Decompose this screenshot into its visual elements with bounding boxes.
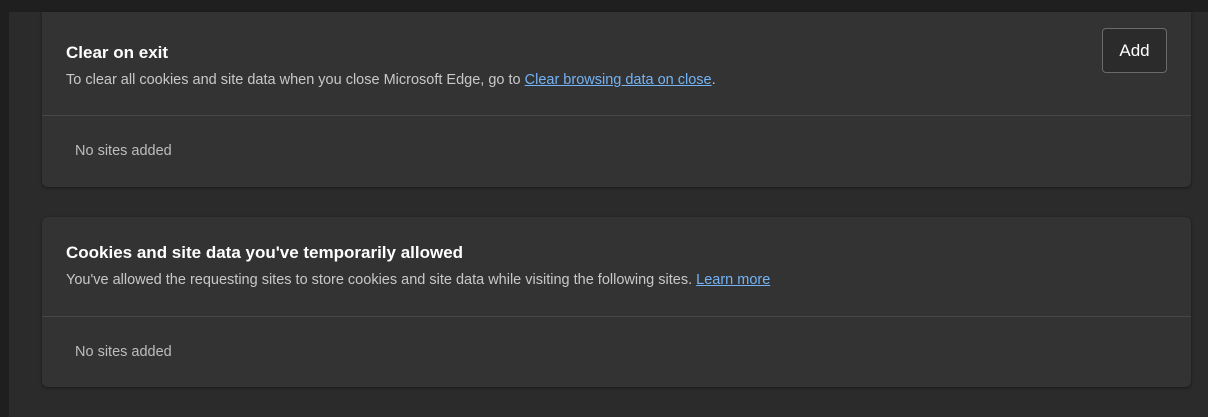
clear-on-exit-description-text: To clear all cookies and site data when … — [66, 72, 525, 88]
temporarily-allowed-description-text: You've allowed the requesting sites to s… — [66, 272, 697, 288]
temporarily-allowed-list: No sites added — [42, 317, 1191, 387]
settings-page: Clear on exit To clear all cookies and s… — [0, 0, 1208, 417]
clear-on-exit-card: Clear on exit To clear all cookies and s… — [42, 12, 1191, 187]
clear-on-exit-description-suffix: . — [711, 72, 716, 88]
no-sites-added-text: No sites added — [75, 344, 172, 360]
temporarily-allowed-header: Cookies and site data you've temporarily… — [42, 217, 1191, 317]
clear-on-exit-title: Clear on exit — [66, 43, 169, 62]
clear-browsing-data-on-close-link[interactable]: Clear browsing data on close — [525, 72, 712, 88]
clear-on-exit-list: No sites added — [42, 116, 1191, 186]
learn-more-link[interactable]: Learn more — [696, 272, 770, 288]
add-site-button[interactable]: Add — [1102, 28, 1167, 73]
temporarily-allowed-title: Cookies and site data you've temporarily… — [66, 243, 464, 262]
no-sites-added-text: No sites added — [75, 143, 172, 159]
left-edge — [0, 0, 9, 417]
clear-on-exit-description: To clear all cookies and site data when … — [66, 70, 1167, 90]
temporarily-allowed-description: You've allowed the requesting sites to s… — [66, 270, 1167, 290]
top-edge — [0, 0, 1208, 12]
temporarily-allowed-card: Cookies and site data you've temporarily… — [42, 217, 1191, 387]
clear-on-exit-header: Clear on exit To clear all cookies and s… — [42, 12, 1191, 116]
